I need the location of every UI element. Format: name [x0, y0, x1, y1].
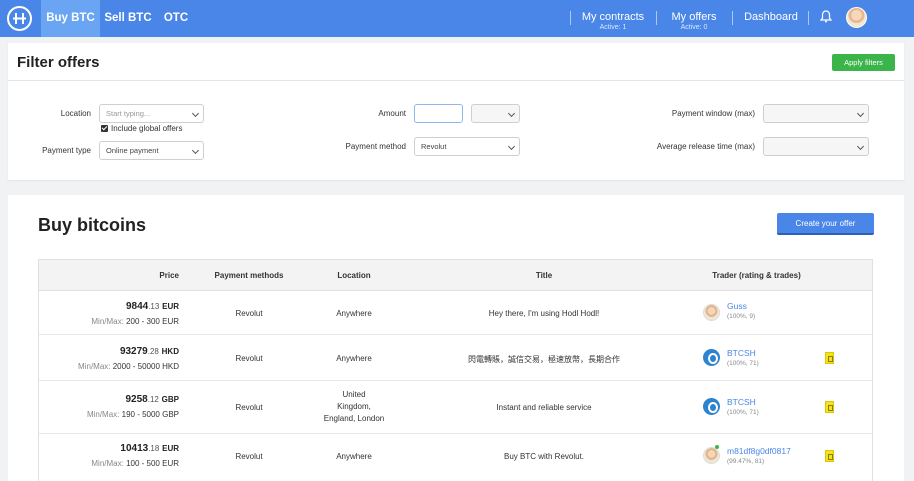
release-time-select[interactable] — [763, 137, 869, 156]
include-global-label[interactable]: Include global offers — [111, 124, 182, 133]
table-row[interactable]: 10413.18 EUR Min/Max: 100 - 500 EUR Revo… — [39, 435, 872, 481]
verified-badge-icon — [825, 352, 834, 364]
location: Anywhere — [336, 354, 372, 363]
nav-divider — [732, 11, 733, 25]
chevron-down-icon — [507, 142, 516, 151]
hodlhodl-logo-icon[interactable] — [7, 6, 32, 31]
header-payment-methods: Payment methods — [214, 271, 284, 280]
create-offer-button[interactable]: Create your offer — [777, 213, 874, 235]
nav-dashboard[interactable]: Dashboard — [740, 11, 802, 23]
price: 10413.18 EUR — [120, 443, 179, 454]
trader-name-link[interactable]: BTCSH — [727, 397, 756, 407]
table-row[interactable]: 93279.28 HKD Min/Max: 2000 - 50000 HKD R… — [39, 336, 872, 381]
chevron-down-icon — [856, 109, 865, 118]
filter-title: Filter offers — [17, 54, 100, 71]
trader-rating: (99.47%, 81) — [727, 458, 765, 465]
payment-method: Revolut — [235, 403, 263, 412]
divider — [8, 80, 904, 81]
offer-title[interactable]: Hey there, I'm using Hodl Hodl! — [419, 309, 669, 318]
trader-rating: (100%, 9) — [727, 313, 756, 320]
chevron-down-icon — [507, 109, 516, 118]
nav-my-contracts[interactable]: My contracts — [578, 11, 648, 23]
offer-title[interactable]: 閃電轉賬，誠信交易，極速放幣，長期合作 — [419, 354, 669, 365]
release-time-label: Average release time (max) — [656, 142, 755, 151]
payment-method: Revolut — [235, 452, 263, 461]
apply-filters-button[interactable]: Apply filters — [832, 54, 895, 71]
price: 9258.12 GBP — [125, 394, 180, 405]
location: Anywhere — [336, 309, 372, 318]
header-title: Title — [535, 271, 553, 280]
min-max: Min/Max: 2000 - 50000 HKD — [78, 362, 179, 371]
nav-divider — [656, 11, 657, 25]
user-avatar[interactable] — [846, 7, 867, 28]
chevron-down-icon — [191, 146, 200, 155]
min-max: Min/Max: 100 - 500 EUR — [91, 459, 179, 468]
amount-label: Amount — [378, 109, 406, 118]
verified-badge-icon — [825, 450, 834, 462]
bell-icon[interactable] — [819, 10, 833, 28]
min-max: Min/Max: 190 - 5000 GBP — [86, 410, 179, 419]
trader-name-link[interactable]: Guss — [727, 301, 747, 311]
include-global-checkbox[interactable] — [101, 125, 108, 132]
payment-method-value: Revolut — [421, 142, 447, 151]
header-location: Location — [337, 271, 371, 280]
page-title: Buy bitcoins — [38, 215, 147, 235]
payment-method-label: Payment method — [345, 142, 406, 151]
offers-table: Price Payment methods Location Title Tra… — [38, 259, 873, 481]
trader-name-link[interactable]: m81df8g0df0817 — [727, 446, 791, 456]
table-row[interactable]: 9844.13 EUR Min/Max: 200 - 300 EUR Revol… — [39, 291, 872, 335]
min-max: Min/Max: 200 - 300 EUR — [91, 317, 179, 326]
location-label: Location — [60, 109, 91, 118]
my-offers-count: Active: 0 — [680, 24, 708, 31]
payment-method: Revolut — [235, 309, 263, 318]
amount-input[interactable] — [414, 104, 463, 123]
chevron-down-icon — [191, 109, 200, 118]
nav-divider — [808, 11, 809, 25]
location-input[interactable]: Start typing... — [99, 104, 204, 123]
tab-buy-btc[interactable]: Buy BTC — [41, 0, 100, 37]
online-status-icon — [715, 445, 719, 449]
trader-avatar[interactable] — [703, 349, 720, 366]
table-row[interactable]: 9258.12 GBP Min/Max: 190 - 5000 GBP Revo… — [39, 382, 872, 434]
nav-my-offers[interactable]: My offers — [664, 11, 724, 23]
top-nav: Buy BTC Sell BTC OTC My contracts Active… — [0, 0, 914, 37]
payment-method-select[interactable]: Revolut — [414, 137, 520, 156]
location: United Kingdom, England, London — [323, 390, 385, 423]
nav-divider — [570, 11, 571, 25]
tab-otc[interactable]: OTC — [156, 0, 196, 37]
price: 9844.13 EUR — [125, 301, 179, 312]
payment-type-value: Online payment — [106, 146, 159, 155]
tab-sell-btc[interactable]: Sell BTC — [100, 0, 156, 37]
header-trader: Trader (rating & trades) — [712, 271, 801, 280]
payment-window-label: Payment window (max) — [671, 109, 755, 118]
location: Anywhere — [336, 452, 372, 461]
chevron-down-icon — [856, 142, 865, 151]
trader-avatar[interactable] — [703, 447, 720, 464]
offer-title[interactable]: Buy BTC with Revolut. — [419, 452, 669, 461]
trader-rating: (100%, 71) — [727, 360, 759, 367]
payment-type-select[interactable]: Online payment — [99, 141, 204, 160]
trader-rating: (100%, 71) — [727, 409, 759, 416]
table-header: Price Payment methods Location Title Tra… — [39, 260, 872, 291]
my-contracts-count: Active: 1 — [599, 24, 627, 31]
trader-name-link[interactable]: BTCSH — [727, 348, 756, 358]
payment-method: Revolut — [235, 354, 263, 363]
trader-avatar[interactable] — [703, 304, 720, 321]
currency-select[interactable] — [471, 104, 520, 123]
header-price: Price — [159, 271, 179, 280]
buy-panel: Buy bitcoins Create your offer Price Pay… — [8, 195, 904, 481]
payment-type-label: Payment type — [42, 146, 91, 155]
offer-title[interactable]: Instant and reliable service — [419, 403, 669, 412]
trader-avatar[interactable] — [703, 398, 720, 415]
payment-window-select[interactable] — [763, 104, 869, 123]
location-placeholder: Start typing... — [106, 109, 151, 118]
price: 93279.28 HKD — [119, 346, 179, 357]
verified-badge-icon — [825, 401, 834, 413]
